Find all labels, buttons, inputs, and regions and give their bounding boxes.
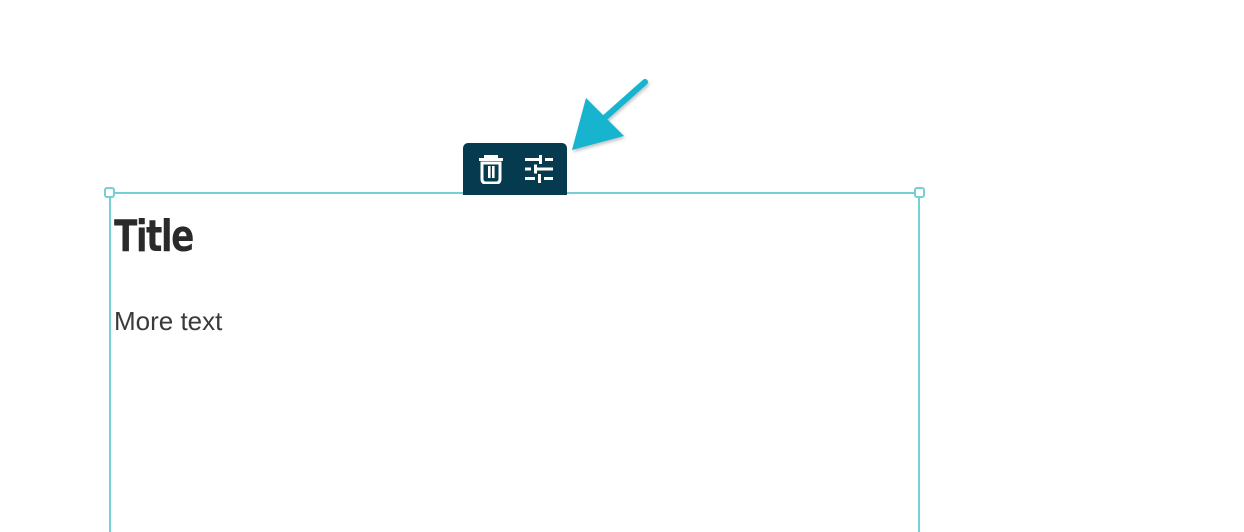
pointer-arrow-icon: [572, 79, 648, 150]
block-toolbar: [463, 143, 567, 195]
editor-canvas: Title More text: [0, 0, 1244, 532]
delete-button[interactable]: [471, 149, 511, 189]
sliders-icon: [525, 155, 553, 183]
block-title: Title: [114, 211, 194, 262]
settings-button[interactable]: [519, 149, 559, 189]
resize-handle-top-left[interactable]: [104, 187, 115, 198]
text-block-content: Title More text: [114, 206, 904, 336]
trash-icon: [479, 155, 503, 184]
resize-handle-top-right[interactable]: [914, 187, 925, 198]
block-body-text: More text: [114, 306, 223, 336]
